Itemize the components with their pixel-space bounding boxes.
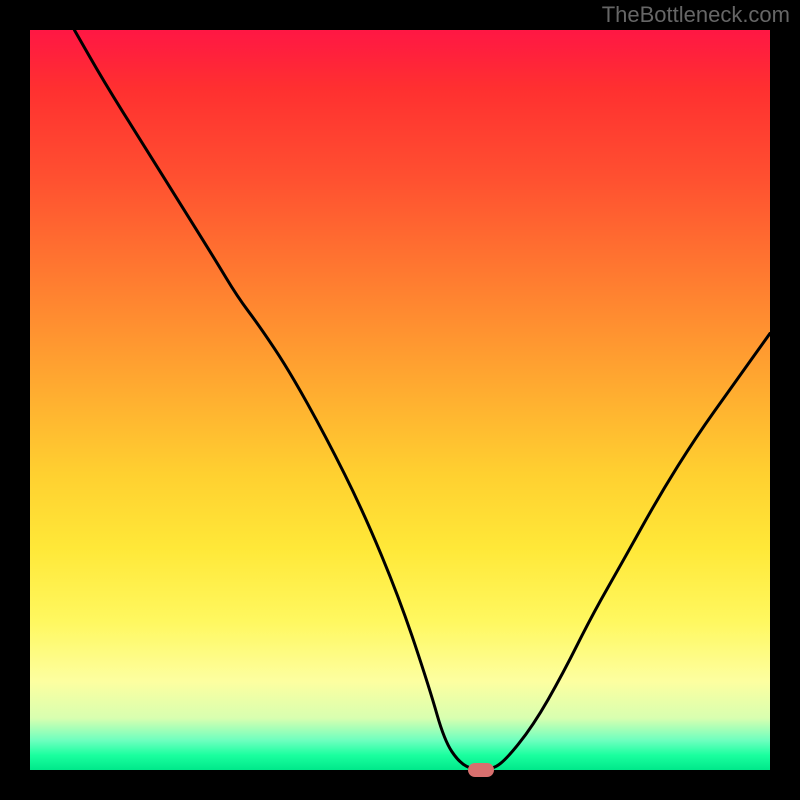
chart-frame: TheBottleneck.com <box>0 0 800 800</box>
minimum-marker <box>468 763 494 777</box>
background-gradient <box>30 30 770 770</box>
watermark-text: TheBottleneck.com <box>602 2 790 28</box>
plot-area <box>30 30 770 770</box>
